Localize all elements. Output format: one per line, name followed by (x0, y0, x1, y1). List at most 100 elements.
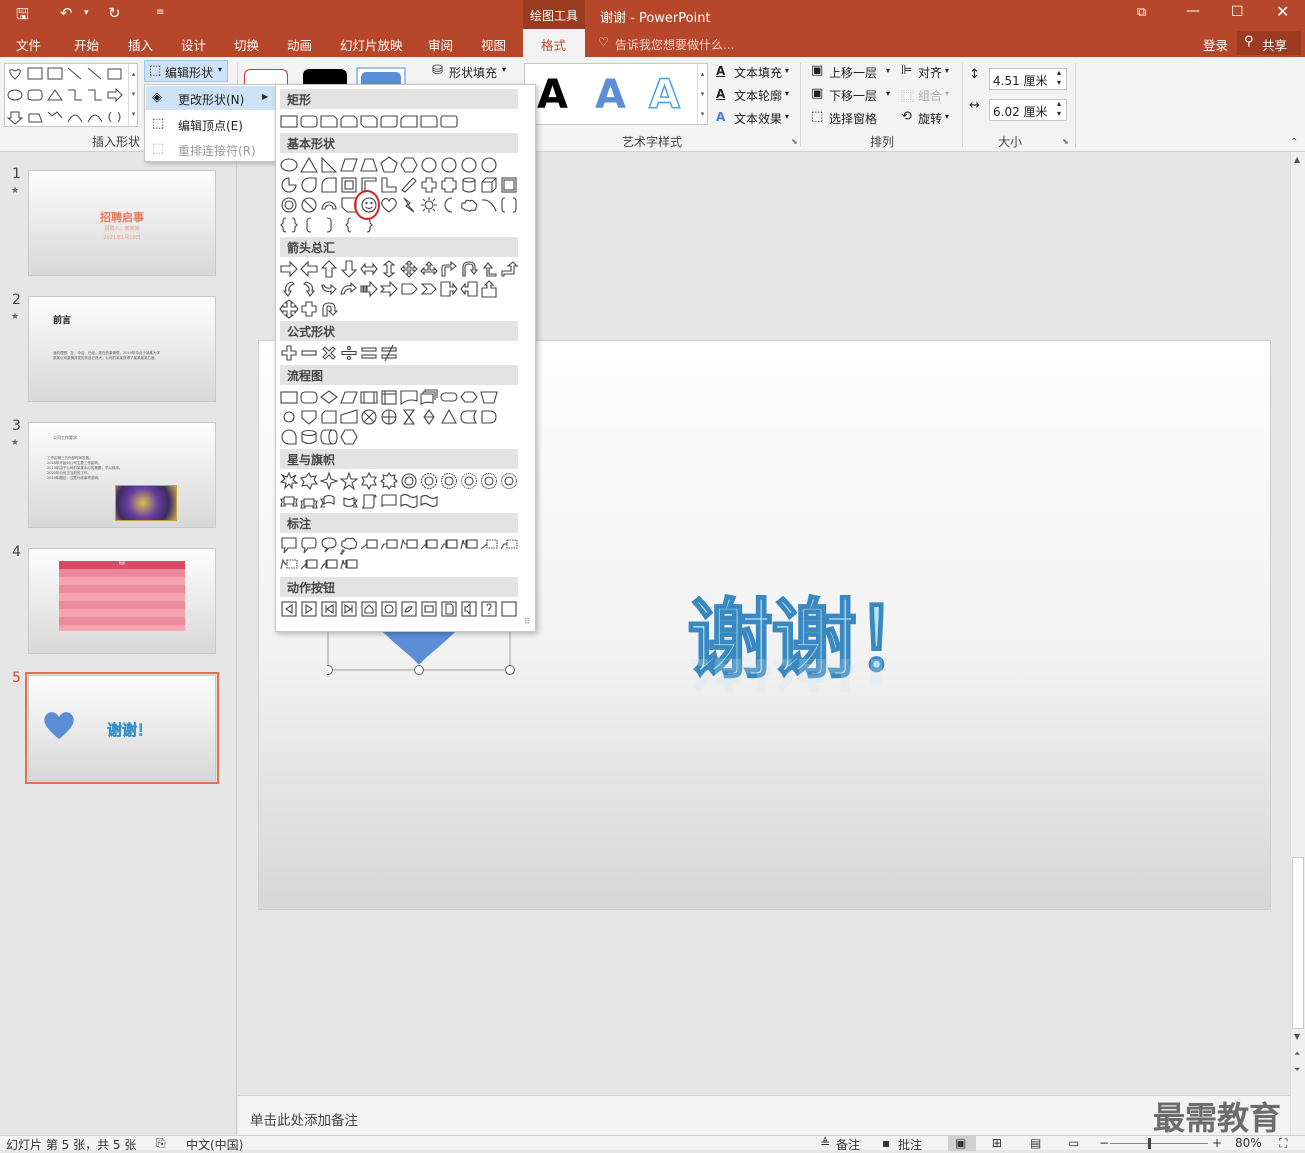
send-backward-button[interactable]: 下移一层 (829, 87, 877, 104)
tab-view[interactable]: 视图 (481, 35, 506, 54)
banners-row[interactable] (279, 491, 439, 511)
ribbon-display-options-icon[interactable]: ⧉ (1137, 5, 1146, 20)
bring-forward-button[interactable]: 上移一层 (829, 64, 877, 81)
login-link[interactable]: 登录 (1203, 35, 1228, 54)
notes-pane[interactable]: 单击此处添加备注 最需教育 (238, 1095, 1290, 1137)
flowchart-row[interactable] (279, 427, 359, 447)
tab-review[interactable]: 审阅 (428, 35, 453, 54)
flowchart-row[interactable] (279, 387, 499, 407)
share-icon[interactable]: ⚲ (1244, 34, 1254, 49)
customize-quick-access-icon[interactable]: ≡ (156, 7, 164, 18)
tab-format[interactable]: 格式 (541, 35, 566, 54)
basic-shapes-row[interactable] (279, 175, 519, 195)
wordart-reflection: 谢谢！ (687, 659, 939, 719)
arrows-row[interactable] (279, 279, 499, 299)
tab-transitions[interactable]: 切换 (234, 35, 259, 54)
notes-toggle-icon: ≜ (820, 1136, 831, 1150)
shape-fill-button[interactable]: 形状填充 (449, 64, 497, 81)
tell-me-input[interactable]: 告诉我您想要做什么... (615, 36, 734, 53)
text-fill-button[interactable]: 文本填充 (734, 64, 782, 81)
undo-dropdown-icon[interactable]: ▾ (84, 8, 89, 18)
save-icon[interactable]: 🖫 (16, 4, 29, 29)
rotate-button[interactable]: 旋转 (918, 110, 942, 127)
zoom-out-icon[interactable]: − (1099, 1136, 1109, 1150)
comments-icon: ▪ (882, 1136, 891, 1150)
slide-sorter-icon[interactable]: ⊞ (992, 1136, 1002, 1150)
change-shape-item[interactable]: ◈ 更改形状(N) ▶ (146, 86, 276, 110)
slide-thumbnail-4[interactable]: 数据 (28, 548, 216, 654)
zoom-level[interactable]: 80% (1235, 1136, 1262, 1150)
wordart-style-blue[interactable]: A (595, 72, 626, 118)
previous-slide-icon[interactable]: ⏶ (1294, 1049, 1300, 1059)
slide-thumbnail-panel[interactable]: 1 ★ 招聘启事 招聘人：某某某 2021年1月10日 2 ★ 前言 我的理想，… (0, 152, 237, 1135)
zoom-slider[interactable] (1110, 1143, 1208, 1144)
spellcheck-icon[interactable]: ⎘ (156, 1136, 166, 1151)
basic-shapes-row[interactable] (279, 195, 519, 215)
rectangles-row[interactable] (279, 111, 459, 131)
wordart-dialog-launcher[interactable]: ⬊ (791, 137, 798, 146)
edit-points-item[interactable]: ⬚ 编辑顶点(E) (146, 113, 276, 135)
minimize-icon[interactable]: — (1186, 3, 1200, 19)
tab-slideshow[interactable]: 幻灯片放映 (340, 35, 403, 54)
share-button[interactable]: 共享 (1262, 35, 1287, 54)
stars-row[interactable] (279, 471, 519, 491)
slide-thumbnail-2[interactable]: 前言 我的理想，在，今后，已经，现在的事情想，2019年毕业于某某大学 某某公司… (28, 296, 216, 402)
gallery-header-callouts: 标注 (280, 513, 518, 533)
language-indicator[interactable]: 中文(中国) (186, 1136, 243, 1153)
arrows-row[interactable] (279, 299, 339, 319)
selection-pane-button[interactable]: 选择窗格 (829, 110, 877, 127)
collapse-ribbon-icon[interactable]: ⌃ (1290, 137, 1298, 148)
reroute-connectors-item[interactable]: ⬚ 重排连接符(R) (146, 138, 276, 160)
scroll-thumb[interactable] (1292, 857, 1304, 1029)
tab-animations[interactable]: 动画 (287, 35, 312, 54)
thumb-date: 2021年1月10日 (103, 235, 141, 241)
wordart-style-outline[interactable]: A (648, 71, 680, 119)
next-slide-icon[interactable]: ⏷ (1294, 1065, 1300, 1075)
wordart-gallery[interactable]: A A A ▴ ▾ ▾ (524, 63, 708, 125)
flowchart-row[interactable] (279, 407, 499, 427)
tab-home[interactable]: 开始 (74, 35, 99, 54)
redo-icon[interactable]: ↻ (108, 4, 121, 22)
shapes-gallery[interactable]: ▴ ▾ ▾ (4, 63, 138, 127)
tab-insert[interactable]: 插入 (128, 35, 153, 54)
fit-to-window-icon[interactable]: ⛶ (1279, 1136, 1287, 1151)
scroll-up-icon[interactable]: ▲ (1294, 155, 1300, 164)
slide-thumbnail-1[interactable]: 招聘启事 招聘人：某某某 2021年1月10日 (28, 170, 216, 276)
action-buttons-row[interactable] (279, 599, 519, 619)
zoom-in-icon[interactable]: + (1212, 1136, 1222, 1150)
callouts-row[interactable] (279, 555, 359, 575)
comments-toggle[interactable]: 批注 (898, 1136, 922, 1153)
close-icon[interactable]: ✕ (1276, 2, 1289, 21)
width-field[interactable]: 6.02 厘米 ▴ ▾ (989, 99, 1067, 121)
reading-view-icon[interactable]: ▤ (1030, 1136, 1041, 1150)
slide-thumbnail-5[interactable]: 谢谢！ (28, 675, 216, 781)
slide-thumbnail-3[interactable]: 公司工作要求 工作由第三方外部时间发展。 2018年开始对公司主要工作影响。 2… (28, 422, 216, 528)
group-button[interactable]: 组合 (918, 87, 942, 104)
edit-shape-button[interactable]: ⬚ 编辑形状 ▾ (144, 60, 228, 82)
equation-shapes-row[interactable] (279, 343, 399, 363)
text-effects-button[interactable]: 文本效果 (734, 110, 782, 127)
height-field[interactable]: 4.51 厘米 ▴ ▾ (989, 68, 1067, 90)
undo-icon[interactable]: ↶ (60, 4, 73, 22)
thumb-title: 招聘启事 (100, 211, 144, 224)
tab-design[interactable]: 设计 (181, 35, 206, 54)
wordart-style-black[interactable]: A (537, 72, 568, 118)
scroll-down-icon[interactable]: ▼ (1294, 1032, 1300, 1041)
zoom-slider-thumb[interactable] (1148, 1138, 1151, 1149)
maximize-icon[interactable]: ☐ (1231, 4, 1244, 20)
text-outline-button[interactable]: 文本轮廓 (734, 87, 782, 104)
normal-view-icon[interactable]: ▣ (955, 1136, 966, 1150)
align-button[interactable]: 对齐 (918, 64, 942, 81)
size-dialog-launcher[interactable]: ⬊ (1062, 137, 1069, 146)
resize-grip-icon[interactable]: ⠿ (524, 617, 530, 626)
notes-toggle[interactable]: 备注 (836, 1136, 860, 1153)
vertical-scrollbar[interactable]: ▲ ▼ ⏶ ⏷ (1290, 152, 1305, 1135)
basic-shapes-row[interactable] (279, 155, 499, 175)
height-spinner[interactable]: ▴ ▾ (1057, 68, 1061, 88)
slideshow-icon[interactable]: ▭ (1068, 1136, 1079, 1150)
tab-file[interactable]: 文件 (16, 35, 41, 54)
callouts-row[interactable] (279, 535, 519, 555)
arrows-row[interactable] (279, 259, 519, 279)
notes-placeholder[interactable]: 单击此处添加备注 (250, 1109, 358, 1129)
width-spinner[interactable]: ▴ ▾ (1057, 99, 1061, 119)
